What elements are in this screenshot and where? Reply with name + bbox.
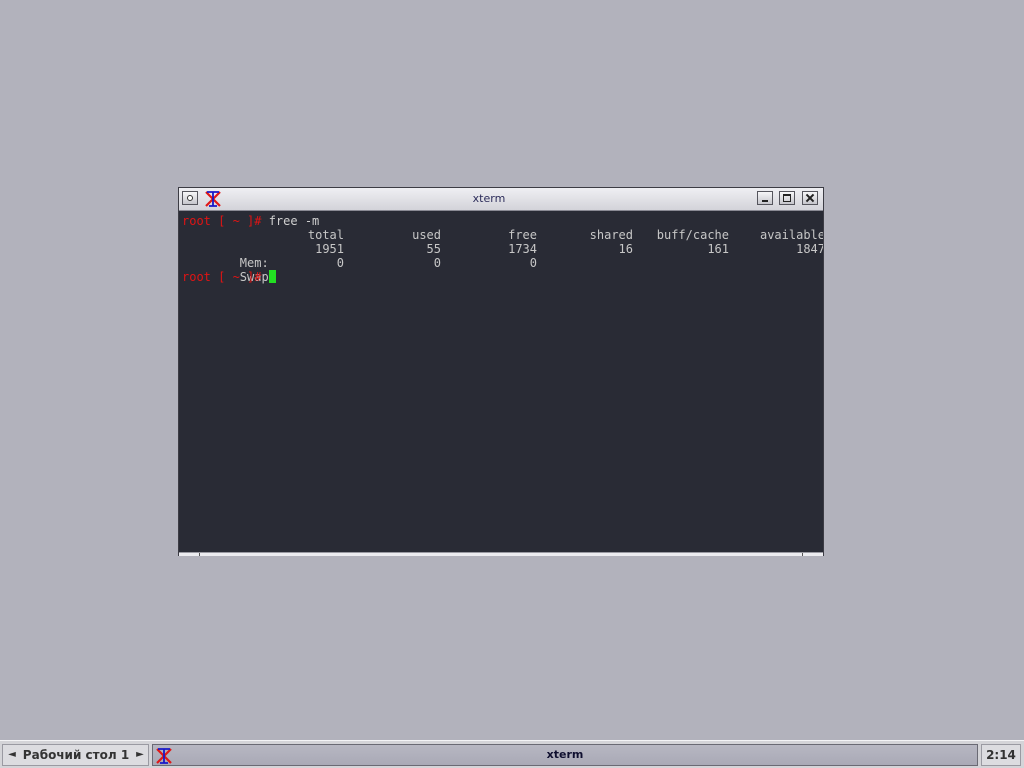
window-titlebar[interactable]: xterm (179, 188, 823, 211)
mem-used: 55 (426, 242, 441, 256)
header-buff-cache: buff/cache (656, 228, 729, 242)
desktop: xterm root [ ~ ]# free -m total used fre… (0, 0, 1024, 740)
terminal-area[interactable]: root [ ~ ]# free -m total used free shar… (179, 211, 823, 552)
maximize-button[interactable] (779, 191, 795, 205)
resize-handle-left[interactable] (199, 553, 200, 556)
mem-available: 1847 (796, 242, 823, 256)
clock[interactable]: 2:14 (981, 744, 1021, 766)
taskbar-item-label: xterm (546, 748, 584, 761)
command-line: root [ ~ ]# free -m (182, 214, 319, 228)
command-text: free -m (268, 214, 320, 228)
header-shared: shared (589, 228, 633, 242)
prompt-line: root [ ~ ]# (182, 270, 276, 284)
desktop-name: Рабочий стол 1 (22, 748, 130, 762)
header-used: used (412, 228, 441, 242)
header-free: free (508, 228, 537, 242)
swap-free: 0 (529, 256, 537, 270)
header-total: total (307, 228, 344, 242)
mem-buff-cache: 161 (707, 242, 729, 256)
output-row-mem: Mem: 1951 55 1734 16 161 1847 (182, 242, 823, 270)
resize-handle-right[interactable] (802, 553, 803, 556)
taskbar: ◄ Рабочий стол 1 ► xterm 2:14 (0, 740, 1024, 768)
minimize-button[interactable] (757, 191, 773, 205)
text-cursor (268, 270, 276, 283)
xterm-window[interactable]: xterm root [ ~ ]# free -m total used fre… (178, 187, 824, 556)
previous-desktop-arrow-icon[interactable]: ◄ (5, 747, 19, 763)
shell-prompt: root [ ~ ]# (182, 214, 269, 228)
swap-used: 0 (433, 256, 441, 270)
desktop-pager[interactable]: ◄ Рабочий стол 1 ► (2, 744, 149, 766)
close-button[interactable] (802, 191, 818, 205)
mem-total: 1951 (315, 242, 344, 256)
window-bottom-border[interactable] (179, 552, 823, 556)
taskbar-item-xterm[interactable]: xterm (152, 744, 978, 766)
mem-free: 1734 (508, 242, 537, 256)
window-title: xterm (472, 192, 506, 205)
next-desktop-arrow-icon[interactable]: ► (133, 747, 147, 763)
shell-prompt: root [ ~ ]# (182, 270, 269, 284)
swap-total: 0 (336, 256, 344, 270)
output-header-row: total used free shared buff/cache availa… (182, 228, 823, 242)
header-available: available (759, 228, 823, 242)
mem-shared: 16 (618, 242, 633, 256)
output-row-swap: Swap: 0 0 0 (182, 256, 822, 284)
